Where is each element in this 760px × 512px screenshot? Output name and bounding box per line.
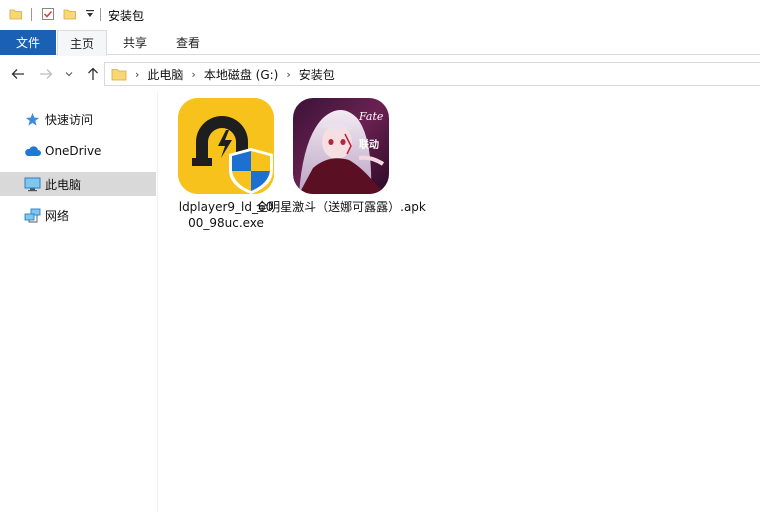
breadcrumb-current-folder[interactable]: 安装包	[299, 66, 335, 83]
thumb-fate-text: Fate	[358, 110, 384, 123]
file-name-line-2: 00_98uc.exe	[188, 216, 264, 230]
address-bar[interactable]: › 此电脑 › 本地磁盘 (G:) › 安装包	[104, 62, 760, 86]
star-icon	[23, 110, 41, 128]
navigation-bar: › 此电脑 › 本地磁盘 (G:) › 安装包	[0, 56, 760, 92]
sidebar-item-network[interactable]: 网络	[0, 203, 156, 227]
new-folder-icon[interactable]	[62, 6, 78, 22]
recent-locations-chevron-icon[interactable]	[62, 64, 76, 84]
back-arrow-icon[interactable]	[8, 64, 28, 84]
breadcrumb-chevron-icon[interactable]: ›	[286, 68, 290, 81]
customize-dropdown-icon[interactable]	[82, 6, 98, 22]
forward-arrow-icon[interactable]	[36, 64, 56, 84]
file-name: 全明星激斗（送娜可露露）.apk	[256, 200, 426, 214]
tab-view[interactable]: 查看	[162, 30, 214, 55]
breadcrumb-chevron-icon[interactable]: ›	[135, 68, 139, 81]
sidebar-item-quick-access[interactable]: 快速访问	[0, 107, 156, 131]
ribbon-tabs: 文件 主页 共享 查看	[0, 30, 760, 56]
file-item-apk[interactable]: Fate 联动 全明星激斗（送娜可露露）.apk	[256, 98, 426, 238]
sidebar-item-label: 快速访问	[45, 112, 94, 127]
breadcrumb-local-disk[interactable]: 本地磁盘 (G:)	[204, 66, 279, 83]
breadcrumb-chevron-icon[interactable]: ›	[191, 68, 195, 81]
fate-anime-icon: Fate 联动	[293, 98, 389, 194]
navigation-pane: 快速访问 OneDrive 此电脑 网络	[0, 92, 158, 512]
thumb-collab-text: 联动	[359, 138, 379, 151]
properties-checkmark-icon[interactable]	[40, 6, 56, 22]
cloud-icon	[23, 142, 41, 160]
folder-icon[interactable]	[8, 6, 24, 22]
toolbar-separator	[100, 8, 101, 21]
up-arrow-icon[interactable]	[83, 64, 103, 84]
tab-file[interactable]: 文件	[0, 30, 56, 55]
toolbar-separator	[31, 8, 32, 21]
sidebar-item-onedrive[interactable]: OneDrive	[0, 139, 156, 163]
network-icon	[23, 206, 41, 224]
computer-icon	[23, 175, 41, 193]
folder-icon	[111, 66, 127, 82]
sidebar-item-this-pc[interactable]: 此电脑	[0, 172, 156, 196]
title-bar: 安装包	[0, 0, 760, 30]
breadcrumb-this-pc[interactable]: 此电脑	[147, 66, 183, 83]
sidebar-item-label: OneDrive	[45, 144, 102, 158]
sidebar-item-label: 此电脑	[45, 177, 82, 192]
tab-share[interactable]: 共享	[110, 30, 160, 55]
window-title: 安装包	[108, 9, 145, 23]
ldplayer-shield-icon	[178, 98, 274, 194]
sidebar-item-label: 网络	[45, 208, 70, 223]
file-list-pane[interactable]: ldplayer9_ld_60 00_98uc.exe Fate 联动 全明星激…	[159, 92, 760, 512]
file-item-ldplayer[interactable]: ldplayer9_ld_60 00_98uc.exe	[168, 98, 284, 238]
tab-home[interactable]: 主页	[57, 30, 107, 56]
